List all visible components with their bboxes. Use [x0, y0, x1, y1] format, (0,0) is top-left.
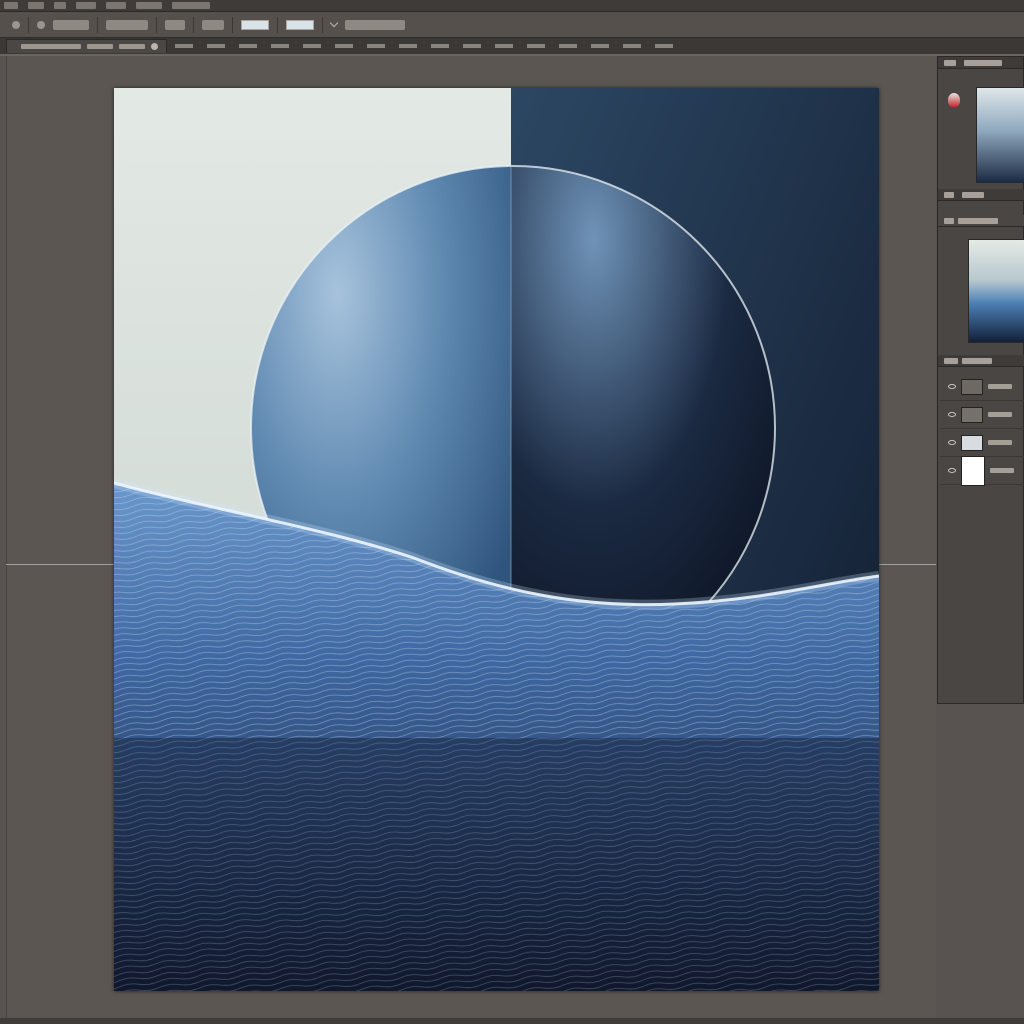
brush-size-button[interactable] [53, 19, 89, 30]
status-bar [0, 1018, 1024, 1024]
menu-item-type[interactable] [106, 2, 126, 9]
document-tab[interactable] [6, 39, 167, 53]
panel-tab[interactable] [962, 357, 992, 364]
close-icon[interactable] [151, 43, 158, 50]
tool-preset-icon[interactable] [12, 20, 20, 29]
layer-thumbnail [961, 434, 983, 451]
eye-icon[interactable] [948, 412, 956, 417]
panel-tab[interactable] [944, 191, 954, 198]
smoothing-dropdown[interactable] [345, 19, 405, 30]
layer-row[interactable] [940, 373, 1024, 401]
menu-item-image[interactable] [54, 2, 66, 9]
mode-dropdown[interactable] [106, 19, 148, 30]
panel-tab[interactable] [962, 191, 984, 198]
divider [97, 16, 98, 33]
divider [156, 16, 157, 33]
menu-item-select[interactable] [136, 2, 162, 9]
divider [277, 16, 278, 33]
ruler-marks [175, 43, 1016, 49]
menu-item-file[interactable] [4, 2, 18, 9]
opacity-label [165, 19, 185, 30]
panel-tab[interactable] [958, 217, 998, 224]
layer-row[interactable] [940, 429, 1024, 457]
artboard[interactable] [114, 88, 879, 991]
divider [232, 16, 233, 33]
layer-thumbnail [961, 406, 983, 423]
panel-tab[interactable] [944, 357, 958, 364]
navigator-thumbnail[interactable] [976, 87, 1024, 183]
flow-label [202, 19, 224, 30]
divider [28, 16, 29, 33]
layer-thumbnail [961, 455, 985, 486]
artwork [114, 88, 879, 991]
menu-bar [0, 0, 1024, 12]
layer-preview-thumbnail[interactable] [968, 239, 1024, 343]
layers-panel-header[interactable] [938, 189, 1024, 201]
right-panel-dock [937, 56, 1024, 704]
options-bar [0, 12, 1024, 38]
layer-name [988, 412, 1012, 417]
divider [322, 16, 323, 33]
panel-tab[interactable] [964, 59, 1002, 66]
layer-name [988, 440, 1012, 445]
divider [193, 16, 194, 33]
navigator-panel-header[interactable] [938, 57, 1023, 69]
document-tab-info [21, 44, 81, 49]
opacity-field[interactable] [241, 19, 269, 30]
layer-row[interactable] [940, 455, 1024, 486]
eye-icon[interactable] [948, 384, 956, 389]
menu-item-filter[interactable] [172, 2, 210, 9]
chevron-down-icon[interactable] [329, 18, 339, 28]
eye-icon[interactable] [948, 440, 956, 445]
document-tab-strip [0, 38, 1024, 56]
document-tab-info [87, 44, 113, 49]
document-tab-info [119, 44, 145, 49]
menu-item-edit[interactable] [28, 2, 44, 9]
menu-item-layer[interactable] [76, 2, 96, 9]
layers-panel-subheader [938, 215, 1024, 227]
panel-tab[interactable] [944, 217, 954, 224]
layer-name [988, 384, 1012, 389]
panel-tab[interactable] [944, 59, 956, 66]
eye-icon[interactable] [948, 468, 956, 473]
layer-thumbnail [961, 378, 983, 395]
layer-name [990, 468, 1014, 473]
flow-field[interactable] [286, 19, 314, 30]
brush-icon[interactable] [37, 20, 45, 29]
brush-icon[interactable] [948, 93, 960, 107]
water-shadow [114, 738, 879, 991]
layers-list-header [938, 355, 1024, 367]
layer-row[interactable] [940, 401, 1024, 429]
